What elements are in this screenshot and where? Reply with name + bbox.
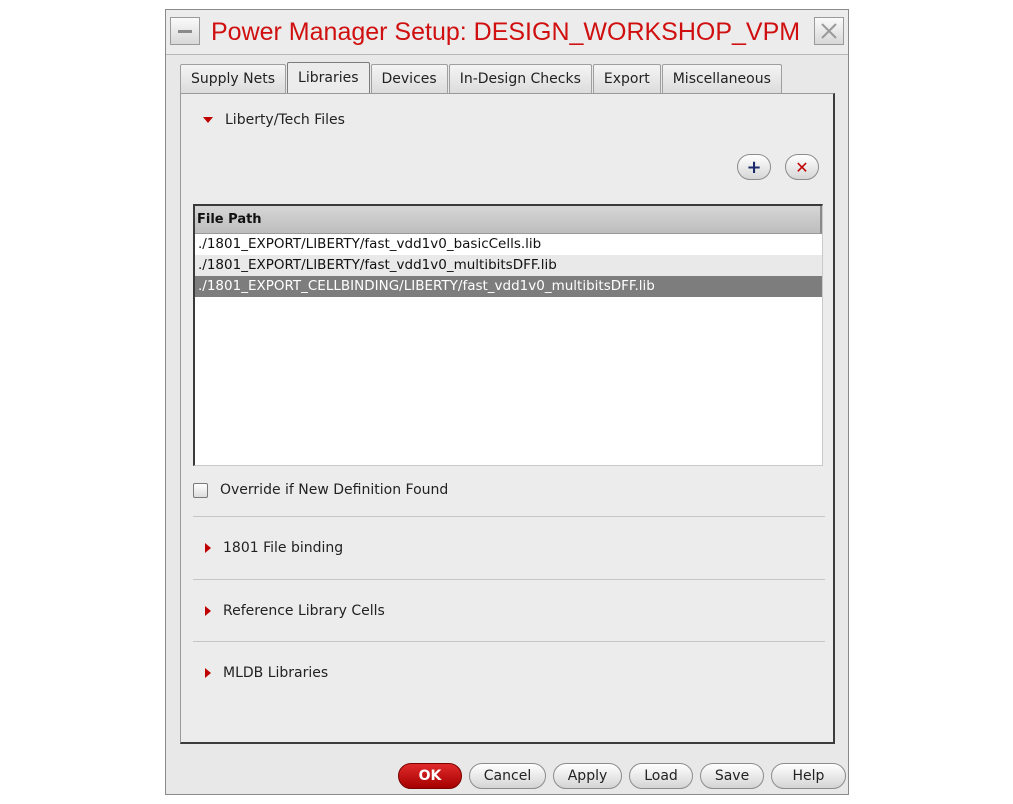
tab-supply-nets[interactable]: Supply Nets (180, 64, 287, 93)
tab-bar: Supply Nets Libraries Devices In-Design … (180, 62, 783, 94)
liberty-files-table[interactable]: File Path ./1801_EXPORT/LIBERTY/fast_vdd… (193, 204, 823, 466)
file-binding-toggle[interactable]: 1801 File binding (203, 540, 343, 556)
collapsed-triangle-icon (205, 668, 211, 678)
tab-miscellaneous[interactable]: Miscellaneous (661, 64, 782, 93)
tab-in-design-checks[interactable]: In-Design Checks (448, 64, 592, 93)
power-manager-setup-window: Power Manager Setup: DESIGN_WORKSHOP_VPM… (165, 9, 849, 795)
divider (193, 516, 825, 517)
save-button[interactable]: Save (700, 763, 764, 789)
load-button[interactable]: Load (629, 763, 693, 789)
tab-export[interactable]: Export (592, 64, 661, 93)
collapsed-triangle-icon (205, 543, 211, 553)
liberty-tech-files-label: Liberty/Tech Files (225, 112, 345, 128)
override-definition-option: Override if New Definition Found (193, 482, 448, 498)
expanded-triangle-icon (203, 117, 213, 123)
table-row[interactable]: ./1801_EXPORT/LIBERTY/fast_vdd1v0_multib… (195, 255, 822, 276)
tab-libraries[interactable]: Libraries (287, 62, 370, 93)
apply-button[interactable]: Apply (553, 763, 622, 789)
window-title: Power Manager Setup: DESIGN_WORKSHOP_VPM… (211, 18, 803, 46)
cancel-button[interactable]: Cancel (469, 763, 546, 789)
title-bar: Power Manager Setup: DESIGN_WORKSHOP_VPM… (166, 10, 848, 55)
collapsed-triangle-icon (205, 606, 211, 616)
divider (193, 641, 825, 642)
liberty-tech-files-toggle[interactable]: Liberty/Tech Files (203, 112, 345, 128)
tab-devices[interactable]: Devices (370, 64, 448, 93)
delete-icon: ✕ (795, 157, 809, 177)
reference-library-cells-label: Reference Library Cells (223, 603, 385, 619)
mldb-libraries-toggle[interactable]: MLDB Libraries (203, 665, 328, 681)
reference-library-cells-toggle[interactable]: Reference Library Cells (203, 603, 385, 619)
plus-icon: + (746, 156, 762, 178)
table-row-selected[interactable]: ./1801_EXPORT_CELLBINDING/LIBERTY/fast_v… (195, 276, 822, 297)
help-button[interactable]: Help (771, 763, 846, 789)
libraries-panel: Liberty/Tech Files + ✕ File Path ./1801_… (180, 93, 835, 744)
override-checkbox[interactable] (193, 482, 208, 498)
remove-file-button[interactable]: ✕ (785, 154, 819, 180)
mldb-libraries-label: MLDB Libraries (223, 665, 329, 681)
add-file-button[interactable]: + (737, 154, 771, 180)
override-checkbox-label: Override if New Definition Found (220, 482, 449, 498)
minimize-button[interactable] (170, 17, 200, 45)
divider (193, 579, 825, 580)
file-path-column-header[interactable]: File Path (195, 206, 822, 234)
close-icon (821, 23, 837, 39)
ok-button[interactable]: OK (398, 763, 462, 789)
table-row[interactable]: ./1801_EXPORT/LIBERTY/fast_vdd1v0_basicC… (195, 234, 822, 255)
file-binding-label: 1801 File binding (223, 540, 344, 556)
close-button[interactable] (814, 17, 844, 45)
